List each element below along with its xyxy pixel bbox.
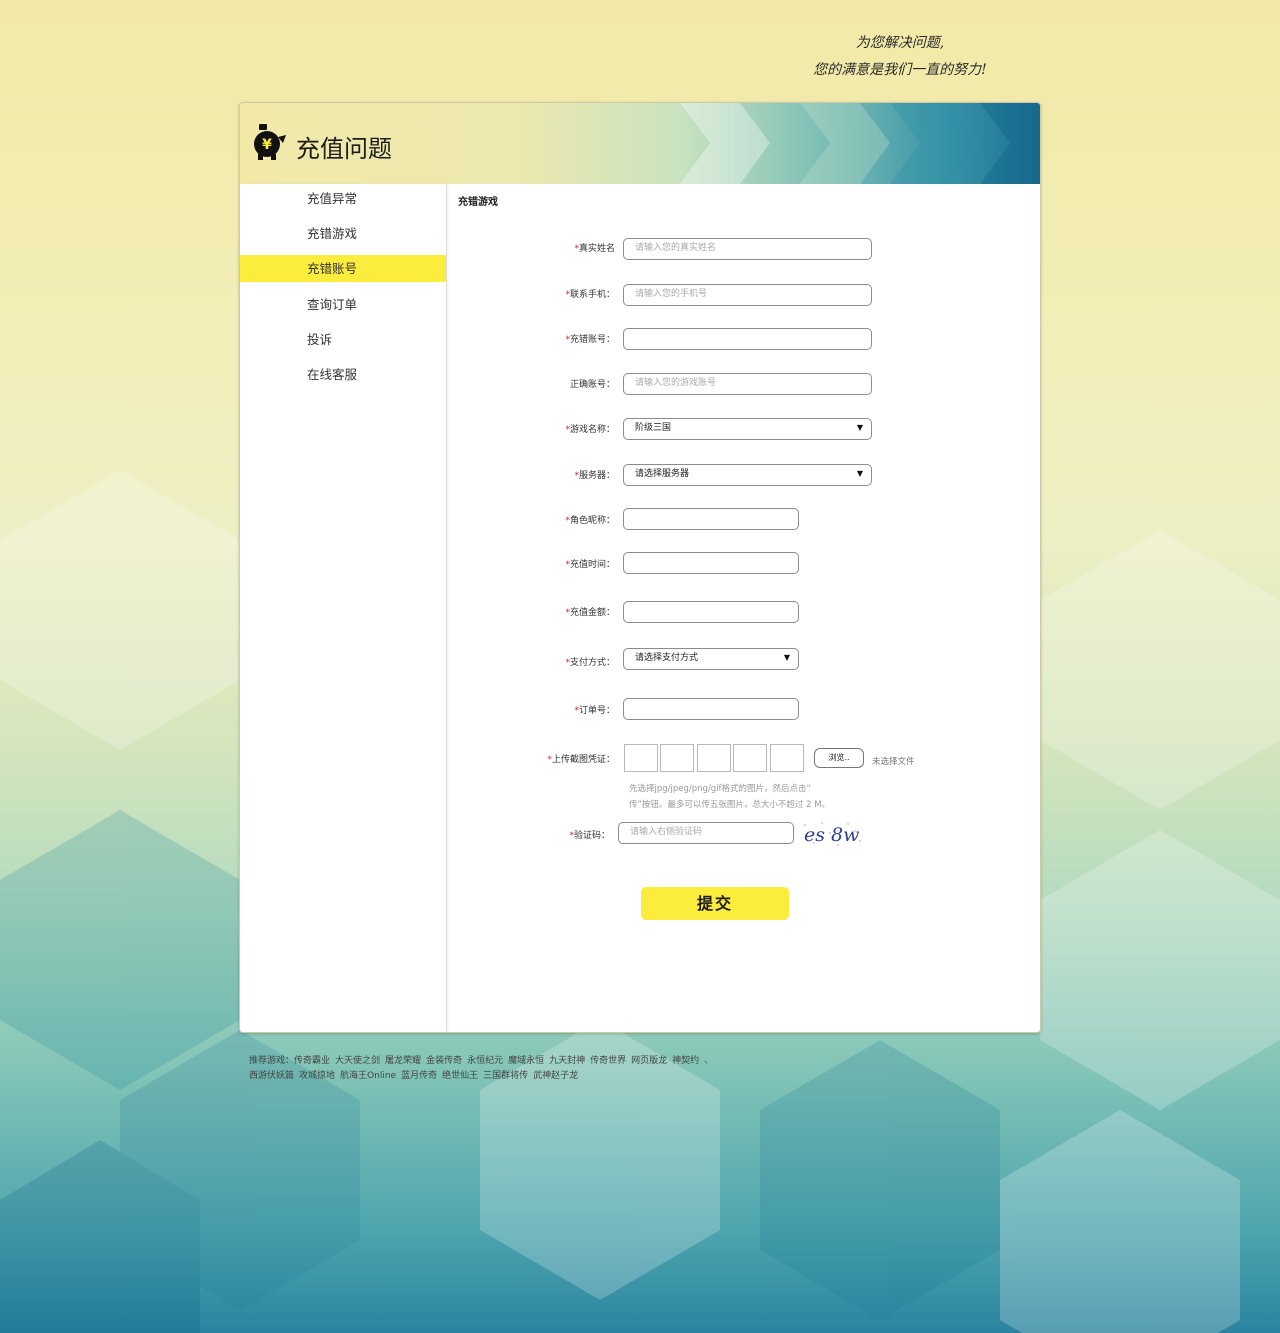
upload-slot[interactable] <box>624 744 658 772</box>
game-link[interactable]: 攻城掠地 <box>299 1071 335 1081</box>
game-link[interactable]: 蓝月传奇 <box>401 1071 437 1081</box>
game-link[interactable]: 九天封神 <box>549 1056 585 1066</box>
recommended-prefix: 推荐游戏： <box>249 1056 295 1066</box>
recharge-amount-input[interactable] <box>623 601 799 623</box>
no-file-text: 未选择文件 <box>872 757 915 767</box>
sidebar-item-complaint[interactable]: 投诉 <box>240 326 446 353</box>
recommended-games-line-1: 推荐游戏：传奇霸业 大天使之剑 屠龙荣耀 金装传奇 永恒纪元 魔域永恒 九天封神 传奇世界 网页… <box>249 1054 809 1069</box>
page-title: 充值问题 <box>296 136 392 163</box>
recharge-time-label: *充值时间： <box>565 560 615 570</box>
upload-slot[interactable] <box>660 744 694 772</box>
role-name-input[interactable] <box>623 508 799 530</box>
panel-header: ¥ 充值问题 <box>240 103 1040 184</box>
real-name-label: *真实姓名 <box>574 244 615 254</box>
game-link[interactable]: 神契约 <box>672 1056 699 1066</box>
svg-text:es 8w: es 8w <box>804 824 859 846</box>
recharge-time-input[interactable] <box>623 552 799 574</box>
form-content: 充错游戏 *真实姓名 请输入您的真实姓名 *联系手机： 请输入您的手机号 *充错… <box>447 184 1040 1032</box>
order-number-label: *订单号： <box>574 706 615 716</box>
browse-button[interactable]: 浏览.. <box>814 748 864 768</box>
svg-text:¥: ¥ <box>262 137 272 153</box>
wrong-account-label: *充错账号： <box>565 335 615 345</box>
recharge-panel: ¥ 充值问题 充值异常 充错游戏 充错账号 查询订单 投诉 在线客服 充错游戏 … <box>239 102 1041 1033</box>
correct-account-label: 正确账号： <box>569 380 615 390</box>
captcha-input[interactable]: 请输入右侧验证码 <box>618 822 794 844</box>
piggy-bank-yuan-icon: ¥ <box>254 124 286 160</box>
sidebar-item-query-order[interactable]: 查询订单 <box>240 291 446 318</box>
game-link[interactable]: 航海王Online <box>340 1071 396 1081</box>
sidebar-item-recharge-error[interactable]: 充值异常 <box>240 185 446 212</box>
wrong-account-input[interactable] <box>623 328 872 350</box>
upload-hint: 先选择jpg/jpeg/png/gif格式的图片，然后点击“ 传”按钮。最多可以… <box>629 784 831 810</box>
game-link[interactable]: 金装传奇 <box>426 1056 462 1066</box>
server-select[interactable]: 请选择服务器 ▼ <box>623 464 872 486</box>
game-link[interactable]: 西游伏妖篇 <box>249 1071 294 1081</box>
recommended-games: 推荐游戏：传奇霸业 大天使之剑 屠龙荣耀 金装传奇 永恒纪元 魔域永恒 九天封神 传奇世界 网页… <box>249 1054 809 1084</box>
game-link[interactable]: 绝世仙王 <box>442 1071 478 1081</box>
dropdown-arrow-icon: ▼ <box>856 469 863 478</box>
upload-slot[interactable] <box>697 744 731 772</box>
section-title: 充错游戏 <box>458 197 498 208</box>
game-link[interactable]: 传奇霸业 <box>294 1056 330 1066</box>
order-number-input[interactable] <box>623 698 799 720</box>
recharge-amount-label: *充值金额： <box>565 608 615 618</box>
sidebar-item-wrong-game[interactable]: 充错游戏 <box>240 220 446 247</box>
game-link[interactable]: 武神赵子龙 <box>533 1071 578 1081</box>
payment-method-label: *支付方式： <box>565 658 615 668</box>
slogan-line-1: 为您解决问题, <box>855 35 945 51</box>
sidebar-item-wrong-account[interactable]: 充错账号 <box>240 255 446 282</box>
game-link[interactable]: 三国群将传 <box>483 1071 528 1081</box>
game-link[interactable]: 网页版龙 <box>631 1056 667 1066</box>
game-link[interactable]: 大天使之剑 <box>335 1056 380 1066</box>
dropdown-arrow-icon: ▼ <box>856 423 863 432</box>
role-name-label: *角色昵称： <box>565 516 615 526</box>
recommended-games-line-2: 西游伏妖篇 攻城掠地 航海王Online 蓝月传奇 绝世仙王 三国群将传 武神赵子龙 <box>249 1069 809 1084</box>
slogan: 为您解决问题, 您的满意是我们一直的努力! <box>790 30 1010 84</box>
game-name-select[interactable]: 阶级三国 ▼ <box>623 418 872 440</box>
slogan-line-2: 您的满意是我们一直的努力! <box>813 62 987 78</box>
phone-label: *联系手机： <box>565 290 615 300</box>
captcha-image[interactable]: es 8w <box>800 819 866 849</box>
captcha-label: *验证码： <box>569 831 610 841</box>
sidebar-item-online-service[interactable]: 在线客服 <box>240 361 446 388</box>
submit-button[interactable]: 提交 <box>641 887 789 920</box>
sidebar-menu: 充值异常 充错游戏 充错账号 查询订单 投诉 在线客服 <box>240 184 447 1032</box>
game-link[interactable]: 永恒纪元 <box>467 1056 503 1066</box>
payment-method-select[interactable]: 请选择支付方式 ▼ <box>623 648 799 670</box>
dropdown-arrow-icon: ▼ <box>783 653 790 662</box>
phone-input[interactable]: 请输入您的手机号 <box>623 284 872 306</box>
correct-account-input[interactable]: 请输入您的游戏账号 <box>623 373 872 395</box>
game-name-label: *游戏名称： <box>565 425 615 435</box>
upload-slot[interactable] <box>770 744 804 772</box>
real-name-input[interactable]: 请输入您的真实姓名 <box>623 238 872 260</box>
server-label: *服务器： <box>574 471 615 481</box>
game-link[interactable]: 传奇世界 <box>590 1056 626 1066</box>
game-link[interactable]: 屠龙荣耀 <box>385 1056 421 1066</box>
game-link[interactable]: 魔域永恒 <box>508 1056 544 1066</box>
separator: 、 <box>704 1056 714 1066</box>
upload-label: *上传截图凭证： <box>547 755 615 765</box>
upload-slot[interactable] <box>733 744 767 772</box>
